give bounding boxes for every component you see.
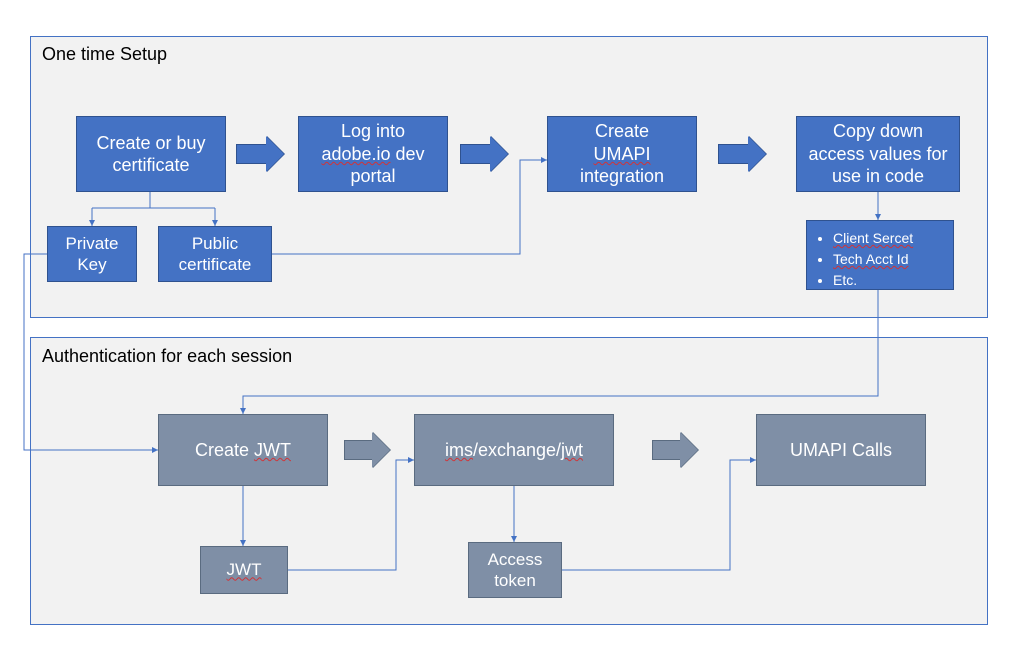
text: JWT	[227, 559, 262, 580]
box-jwt: JWT	[200, 546, 288, 594]
list-item: Etc.	[833, 271, 943, 290]
panel-setup-title: One time Setup	[42, 44, 167, 65]
text: ims	[445, 440, 473, 460]
arrow-icon	[718, 136, 766, 172]
box-ims-exchange-jwt: ims/exchange/jwt	[414, 414, 614, 486]
arrow-icon	[236, 136, 284, 172]
text: UMAPI	[593, 144, 650, 164]
text: dev	[391, 144, 425, 164]
text: portal	[350, 166, 395, 186]
list-item: Client Sercet	[833, 229, 943, 248]
box-create-jwt: Create JWT	[158, 414, 328, 486]
arrow-icon	[344, 432, 390, 468]
text: adobe.io	[321, 144, 390, 164]
text: Create	[195, 440, 254, 460]
box-public-certificate: Public certificate	[158, 226, 272, 282]
box-umapi-calls: UMAPI Calls	[756, 414, 926, 486]
text: Create	[595, 121, 649, 141]
panel-auth-title: Authentication for each session	[42, 346, 292, 367]
arrow-icon	[652, 432, 698, 468]
box-login-portal: Log into adobe.io dev portal	[298, 116, 448, 192]
box-access-values-list: Client Sercet Tech Acct Id Etc.	[806, 220, 954, 290]
text: integration	[580, 166, 664, 186]
list-item: Tech Acct Id	[833, 250, 943, 269]
text: /exchange/	[473, 440, 561, 460]
box-create-umapi-integration: Create UMAPI integration	[547, 116, 697, 192]
text: Log into	[341, 121, 405, 141]
box-copy-access-values: Copy down access values for use in code	[796, 116, 960, 192]
box-create-certificate: Create or buy certificate	[76, 116, 226, 192]
box-access-token: Access token	[468, 542, 562, 598]
text: JWT	[254, 440, 291, 460]
arrow-icon	[460, 136, 508, 172]
text: jwt	[561, 440, 583, 460]
box-private-key: Private Key	[47, 226, 137, 282]
